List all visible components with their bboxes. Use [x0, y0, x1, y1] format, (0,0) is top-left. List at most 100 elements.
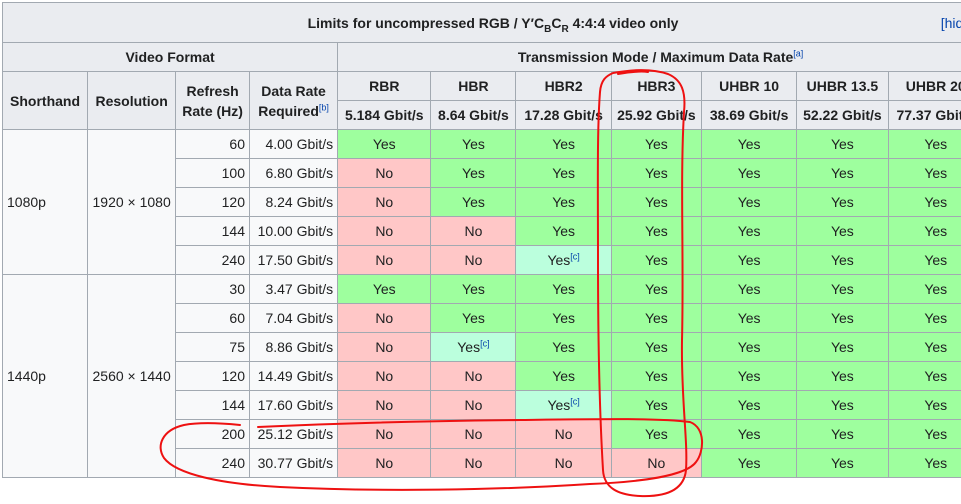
caption-c: C	[551, 14, 562, 31]
support-cell-rbr: Yes	[337, 274, 432, 304]
support-cell-hbr3: Yes	[610, 158, 702, 188]
support-value: Yes	[830, 426, 854, 442]
support-value: Yes	[644, 223, 668, 239]
support-cell-uhbr20: Yes	[887, 419, 961, 449]
support-cell-hbr: Yes	[430, 129, 517, 159]
support-cell-hbr: No	[430, 419, 517, 449]
support-value: Yes	[462, 310, 485, 326]
support-value: Yes	[372, 281, 396, 297]
support-cell-hbr3: No	[610, 448, 702, 478]
support-cell-hbr: No	[430, 390, 517, 420]
support-value: Yes	[737, 368, 761, 384]
caption-prefix: Limits for uncompressed RGB / Y′C	[307, 14, 545, 31]
support-cell-rbr: No	[337, 216, 432, 246]
mode-rate-uhbr13-5: 52.22 Gbit/s	[796, 100, 889, 130]
support-value: Yes	[552, 368, 576, 384]
support-value: Yes	[737, 397, 761, 413]
support-cell-rbr: No	[337, 419, 432, 449]
support-value: Yes	[462, 281, 485, 297]
support-value: Yes	[462, 136, 485, 152]
table-caption: Limits for uncompressed RGB / Y′CBCR 4:4…	[2, 2, 961, 43]
support-cell-rbr: No	[337, 390, 432, 420]
support-value: Yes	[924, 136, 948, 152]
support-value: Yes	[644, 165, 668, 181]
support-value: Yes	[552, 310, 576, 326]
support-cell-uhbr13-5: Yes	[796, 187, 889, 217]
support-cell-uhbr20: Yes	[887, 129, 961, 159]
data-rate-header: Data Rate Required[b]	[248, 71, 339, 130]
data-rate-cell: 10.00 Gbit/s	[248, 216, 339, 246]
footnote-c-link[interactable]: [c]	[570, 251, 580, 261]
refresh-rate-cell: 240	[175, 245, 250, 275]
footnote-c-link[interactable]: [c]	[480, 338, 490, 348]
mode-header-uhbr13-5: UHBR 13.5	[796, 71, 889, 101]
refresh-rate-header: Refresh Rate (Hz)	[175, 71, 250, 130]
refresh-rate-cell: 200	[175, 419, 250, 449]
support-value: Yes	[924, 397, 948, 413]
support-value: Yes	[372, 136, 396, 152]
support-value: Yes	[462, 165, 485, 181]
support-value: No	[554, 426, 573, 442]
support-value: Yes	[830, 136, 854, 152]
support-cell-uhbr20: Yes	[887, 448, 961, 478]
support-value: Yes	[737, 223, 761, 239]
footnote-c-link[interactable]: [c]	[570, 396, 580, 406]
support-value: No	[375, 310, 394, 326]
support-value: No	[647, 455, 666, 471]
support-cell-uhbr20: Yes	[887, 245, 961, 275]
support-value: No	[375, 339, 394, 355]
support-cell-hbr3: Yes	[610, 187, 702, 217]
support-cell-hbr3: Yes	[610, 129, 702, 159]
data-rate-cell: 4.00 Gbit/s	[248, 129, 339, 159]
support-cell-uhbr10: Yes	[700, 390, 798, 420]
table-body: 1080p 1920 × 1080 60 4.00 Gbit/s Yes Yes Yes Ye…	[1, 129, 961, 478]
support-cell-hbr: Yes	[430, 187, 517, 217]
mode-header-uhbr20: UHBR 20	[887, 71, 961, 101]
footnote-a-link[interactable]: [a]	[793, 48, 803, 58]
support-value: Yes	[737, 310, 761, 326]
support-value: Yes	[737, 455, 761, 471]
support-cell-uhbr10: Yes	[700, 216, 798, 246]
support-cell-uhbr13-5: Yes	[796, 448, 889, 478]
support-value: No	[464, 426, 483, 442]
data-rate-cell: 3.47 Gbit/s	[248, 274, 339, 304]
support-value: Yes	[830, 223, 854, 239]
support-value: Yes	[552, 223, 576, 239]
support-cell-uhbr20: Yes	[887, 274, 961, 304]
resolution-header: Resolution	[87, 71, 177, 130]
support-cell-hbr2: Yes	[515, 303, 612, 333]
support-cell-hbr2: Yes	[515, 361, 612, 391]
shorthand-cell: 1440p	[1, 274, 89, 478]
shorthand-cell: 1080p	[1, 129, 89, 275]
support-value: Yes	[644, 426, 668, 442]
support-cell-hbr3: Yes	[610, 216, 702, 246]
support-cell-hbr3: Yes	[610, 390, 702, 420]
support-cell-hbr3: Yes	[610, 303, 702, 333]
support-value: Yes	[830, 339, 854, 355]
data-rate-cell: 14.49 Gbit/s	[248, 361, 339, 391]
support-value: Yes	[644, 368, 668, 384]
table-row: 1080p 1920 × 1080 60 4.00 Gbit/s Yes Yes Yes Ye…	[1, 129, 961, 275]
transmission-mode-label: Transmission Mode / Maximum Data Rate	[517, 49, 794, 65]
data-rate-line1: Data Rate	[261, 82, 326, 99]
support-cell-hbr3: Yes	[610, 332, 702, 362]
support-value: No	[375, 455, 394, 471]
support-cell-hbr2: Yes	[515, 332, 612, 362]
mode-rate-rbr: 5.184 Gbit/s	[337, 100, 432, 130]
mode-rate-hbr2: 17.28 Gbit/s	[515, 100, 612, 130]
shorthand-header: Shorthand	[1, 71, 89, 130]
footnote-b-link[interactable]: [b]	[319, 102, 329, 112]
resolution-cell: 1920 × 1080	[87, 129, 177, 275]
refresh-rate-cell: 240	[175, 448, 250, 478]
caption-suffix: 4:4:4 video only	[568, 14, 679, 31]
support-value: Yes	[644, 252, 668, 268]
support-value: Yes	[830, 455, 854, 471]
support-cell-hbr3: Yes	[610, 419, 702, 449]
support-cell-uhbr13-5: Yes	[796, 361, 889, 391]
refresh-rate-cell: 100	[175, 158, 250, 188]
mode-header-hbr3: HBR3	[610, 71, 702, 101]
support-cell-hbr: No	[430, 361, 517, 391]
hide-link[interactable]: [hide]	[941, 15, 961, 31]
support-value: Yes	[924, 223, 948, 239]
mode-rate-hbr: 8.64 Gbit/s	[430, 100, 517, 130]
